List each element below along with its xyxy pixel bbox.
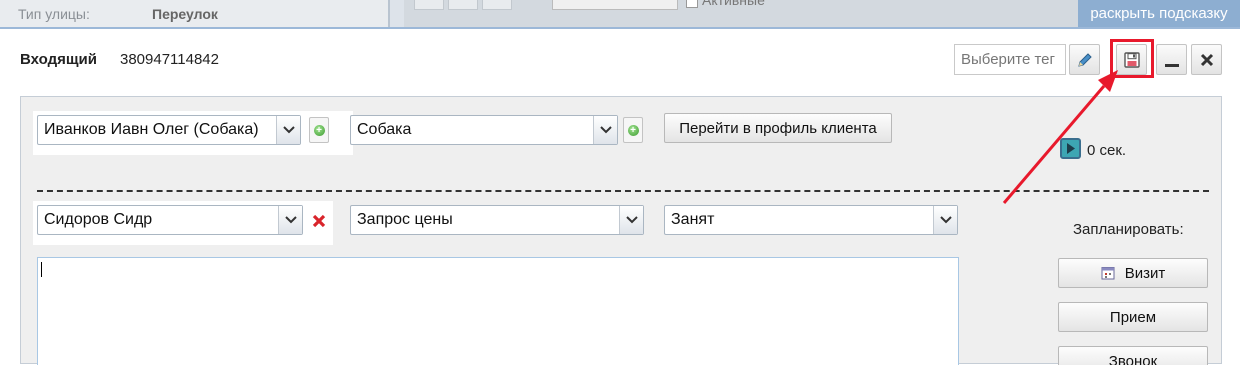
reason-select[interactable]: Запрос цены [350,205,644,235]
background-edit-icon [448,0,478,10]
reason-select-value: Запрос цены [357,211,453,228]
plus-icon: + [313,124,325,136]
schedule-visit-button[interactable]: Визит [1058,258,1208,288]
remove-employee-button[interactable] [309,208,329,234]
plus-icon: + [627,124,639,136]
schedule-appointment-button[interactable]: Прием [1058,302,1208,332]
client-select-value: Иванков Иавн Олег (Собака) [44,121,259,138]
call-dialog: Входящий 380947114842 Иванков Иавн Олег [0,27,1240,365]
background-filter-select [552,0,678,10]
comment-textarea[interactable] [37,257,959,365]
phone-number: 380947114842 [120,51,219,68]
close-icon [1200,53,1213,66]
schedule-visit-label: Визит [1124,264,1166,282]
employee-select[interactable]: Сидоров Сидр [37,205,303,235]
chevron-down-icon[interactable] [619,206,643,234]
edit-button[interactable] [1069,44,1100,75]
street-type-label: Тип улицы: [18,6,90,22]
pet-select[interactable]: Собака [350,115,618,145]
background-form-panel: Тип улицы: Переулок [0,0,390,27]
street-type-value: Переулок [152,6,218,22]
minimize-icon [1164,63,1179,67]
section-divider [37,190,1209,192]
chevron-down-icon[interactable] [276,116,300,144]
chevron-down-icon[interactable] [933,206,957,234]
save-button-highlight [1110,39,1154,78]
status-select-value: Занят [671,211,715,228]
show-hint-tab[interactable]: раскрыть подсказку [1078,0,1240,27]
add-client-button[interactable]: + [309,117,329,143]
schedule-call-button[interactable]: Звонок [1058,346,1208,365]
go-to-client-profile-button[interactable]: Перейти в профиль клиента [664,113,892,143]
pet-select-value: Собака [357,121,412,138]
close-button[interactable] [1191,44,1222,75]
background-active-label: Активные [702,0,765,8]
call-type-label: Входящий [20,51,97,68]
employee-select-value: Сидоров Сидр [44,211,153,228]
add-pet-button[interactable]: + [623,117,643,143]
text-cursor [41,262,42,277]
background-active-checkbox [686,0,698,8]
background-toolbar: Активные [404,0,1084,27]
tag-input[interactable] [954,44,1066,75]
call-timer: 0 сек. [1087,142,1127,159]
chevron-down-icon[interactable] [593,116,617,144]
background-add-icon [414,0,444,10]
pencil-icon [1077,52,1092,67]
background-delete-icon [482,0,512,10]
status-select[interactable]: Занят [664,205,958,235]
client-select[interactable]: Иванков Иавн Олег (Собака) [37,115,301,145]
call-details-panel: Иванков Иавн Олег (Собака) + Собака + Пе… [20,96,1222,365]
play-icon[interactable] [1060,138,1081,159]
minimize-button[interactable] [1156,44,1187,75]
calendar-icon [1101,267,1115,280]
chevron-down-icon[interactable] [278,206,302,234]
remove-icon [312,214,326,228]
schedule-label: Запланировать: [1073,221,1184,238]
